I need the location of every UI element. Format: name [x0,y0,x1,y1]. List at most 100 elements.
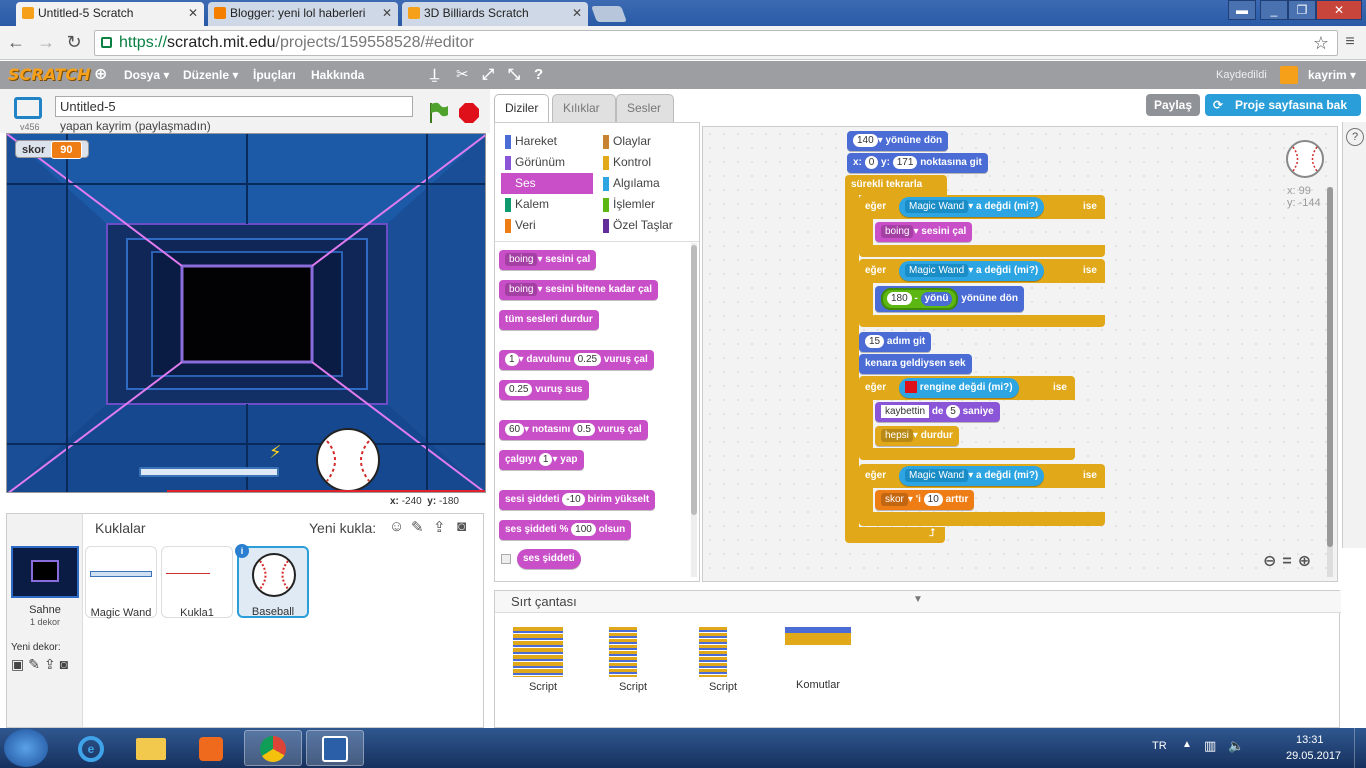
score-monitor[interactable]: skor 90 [15,140,89,159]
show-desktop-button[interactable] [1354,728,1366,768]
backpack-item-4[interactable]: Komutlar [783,627,853,691]
block-say-for-secs[interactable]: kaybettin de 5 saniye [875,402,1000,422]
reload-icon[interactable]: ↻ [64,32,84,52]
show-hidden-icons[interactable]: ▲ [1182,739,1192,750]
category-events[interactable]: Olaylar [599,131,691,152]
menu-edit[interactable]: Düzenle ▾ [183,61,238,89]
backpack-item-3[interactable]: Script [691,627,755,693]
block-go-to-xy[interactable]: x: 0 y: 171 noktasına git [847,153,988,173]
delete-scissors-icon[interactable]: ✂ [456,61,469,89]
block-change-variable[interactable]: skor ▾ 'i 10 arttır [875,490,975,510]
sprite-baseball[interactable]: i Baseball [235,544,309,618]
user-avatar[interactable] [1280,66,1298,84]
project-title-input[interactable]: Untitled-5 [55,96,413,117]
menu-file[interactable]: Dosya ▾ [124,61,169,89]
block-bounce[interactable]: kenara geldiysen sek [859,354,972,374]
block-set-instrument[interactable]: çalgıyı 1 ▾ yap [499,450,584,470]
info-icon[interactable]: i [235,544,249,558]
stop-sign-icon[interactable] [458,102,480,124]
fullscreen-icon[interactable] [14,97,42,119]
palette-scrollbar[interactable] [691,243,697,577]
clock-date[interactable]: 29.05.2017 [1286,750,1341,762]
block-if-touching-wand-2[interactable]: eğer Magic Wand ▾ a değdi (mi?) ise [859,259,1105,283]
category-sound[interactable]: Ses [501,173,593,194]
backpack-item-2[interactable]: Script [601,627,665,693]
camera-sprite-icon[interactable]: ◙ [457,518,466,535]
network-icon[interactable]: ▥ [1204,738,1216,754]
tab-costumes[interactable]: Kılıklar [552,94,616,122]
category-more-blocks[interactable]: Özel Taşlar [599,215,691,236]
tab-blogger[interactable]: Blogger: yeni lol haberleri ✕ [208,2,398,26]
block-if-touching-color[interactable]: eğer rengine değdi (mi?) ise [859,376,1075,400]
see-project-page-button[interactable]: ⟳ Proje sayfasına bak [1205,94,1361,116]
stage-canvas[interactable]: skor 90 ⚡ [6,133,486,493]
upload-sprite-icon[interactable]: ⇪ [433,518,446,536]
help-question-icon[interactable]: ? [1346,128,1364,146]
category-sensing[interactable]: Algılama [599,173,691,194]
grow-icon[interactable]: ⤢ [482,61,494,89]
category-looks[interactable]: Görünüm [501,152,593,173]
forward-icon[interactable]: → [36,32,56,52]
script-area[interactable]: 140 ▾ yönüne dön x: 0 y: 171 noktasına gi… [702,126,1338,582]
share-button[interactable]: Paylaş [1146,94,1200,116]
zoom-in-icon[interactable]: ⊕ [1298,553,1317,570]
zoom-reset-icon[interactable]: = [1282,553,1297,570]
block-if-touching-wand-3[interactable]: eğer Magic Wand ▾ a değdi (mi?) ise [859,464,1105,488]
minimize-button[interactable]: _ [1260,0,1288,20]
clock-time[interactable]: 13:31 [1296,734,1324,746]
volume-icon[interactable]: 🔈 [1228,738,1244,754]
block-stop-all[interactable]: hepsi ▾ durdur [875,426,959,446]
back-icon[interactable]: ← [6,32,26,52]
menu-tips[interactable]: İpuçları [253,61,296,89]
sprite-magic-wand[interactable]: Magic Wand [85,546,157,619]
category-control[interactable]: Kontrol [599,152,691,173]
url-input[interactable]: https://scratch.mit.edu/projects/1595585… [94,30,1338,56]
media-player-taskbar-icon[interactable] [182,730,240,766]
block-point-direction-op[interactable]: 180 - yönü yönüne dön [875,286,1024,312]
baseball-sprite[interactable] [315,427,381,493]
block-change-volume[interactable]: sesi şiddeti -10 birim yükselt [499,490,656,510]
new-backdrop-icons[interactable]: ▣✎⇪◙ [11,656,72,673]
close-window-button[interactable]: ✕ [1316,0,1362,20]
tab-untitled-5[interactable]: Untitled-5 Scratch ✕ [16,2,204,26]
tab-scripts[interactable]: Diziler [494,94,550,122]
color-swatch-red[interactable] [905,381,917,394]
green-flag-icon[interactable] [426,101,450,125]
script-scrollbar[interactable] [1327,187,1333,577]
zoom-out-icon[interactable]: ⊖ [1263,553,1282,570]
category-data[interactable]: Veri [501,215,593,236]
block-forever[interactable]: sürekli tekrarla [845,175,947,195]
chrome-menu-icon[interactable]: ≡ [1340,32,1360,52]
user-menu[interactable]: kayrim ▾ [1308,61,1356,89]
sprite-library-icon[interactable]: ☺ [389,518,404,535]
app-taskbar-icon[interactable] [306,730,364,766]
profile-button[interactable]: ▬ [1228,0,1256,20]
tab-sounds[interactable]: Sesler [616,94,674,122]
collapse-icon[interactable]: ▼ [913,594,923,605]
block-if-touching-wand-1[interactable]: eğer Magic Wand ▾ a değdi (mi?) ise [859,195,1105,219]
ie-taskbar-icon[interactable]: e [62,730,120,766]
stage-thumbnail[interactable] [11,546,79,598]
start-button[interactable] [4,729,48,767]
backpack-item-1[interactable]: Script [511,627,575,693]
paint-sprite-icon[interactable]: ✎ [411,518,424,536]
block-set-volume[interactable]: ses şiddeti % 100 olsun [499,520,632,540]
category-operators[interactable]: İşlemler [599,194,691,215]
language-indicator[interactable]: TR [1152,740,1167,752]
block-rest[interactable]: 0.25 vuruş sus [499,380,589,400]
block-play-boing[interactable]: boing ▾ sesini çal [875,222,973,242]
sprite-kukla1[interactable]: Kukla1 [161,546,233,619]
block-point-direction[interactable]: 140 ▾ yönüne dön [847,131,949,151]
explorer-taskbar-icon[interactable] [122,730,180,766]
block-move-steps[interactable]: 15 adım git [859,332,932,352]
menu-about[interactable]: Hakkında [311,61,364,89]
chrome-taskbar-icon[interactable] [244,730,302,766]
restore-button[interactable]: ❐ [1288,0,1316,20]
category-motion[interactable]: Hareket [501,131,593,152]
close-tab-icon[interactable]: ✕ [382,2,392,24]
block-volume-reporter[interactable]: ses şiddeti [517,549,581,569]
new-tab-button[interactable] [591,6,627,22]
tab-3d-billiards[interactable]: 3D Billiards Scratch ✕ [402,2,588,26]
category-pen[interactable]: Kalem [501,194,593,215]
globe-icon[interactable]: ⊕ [94,61,107,89]
